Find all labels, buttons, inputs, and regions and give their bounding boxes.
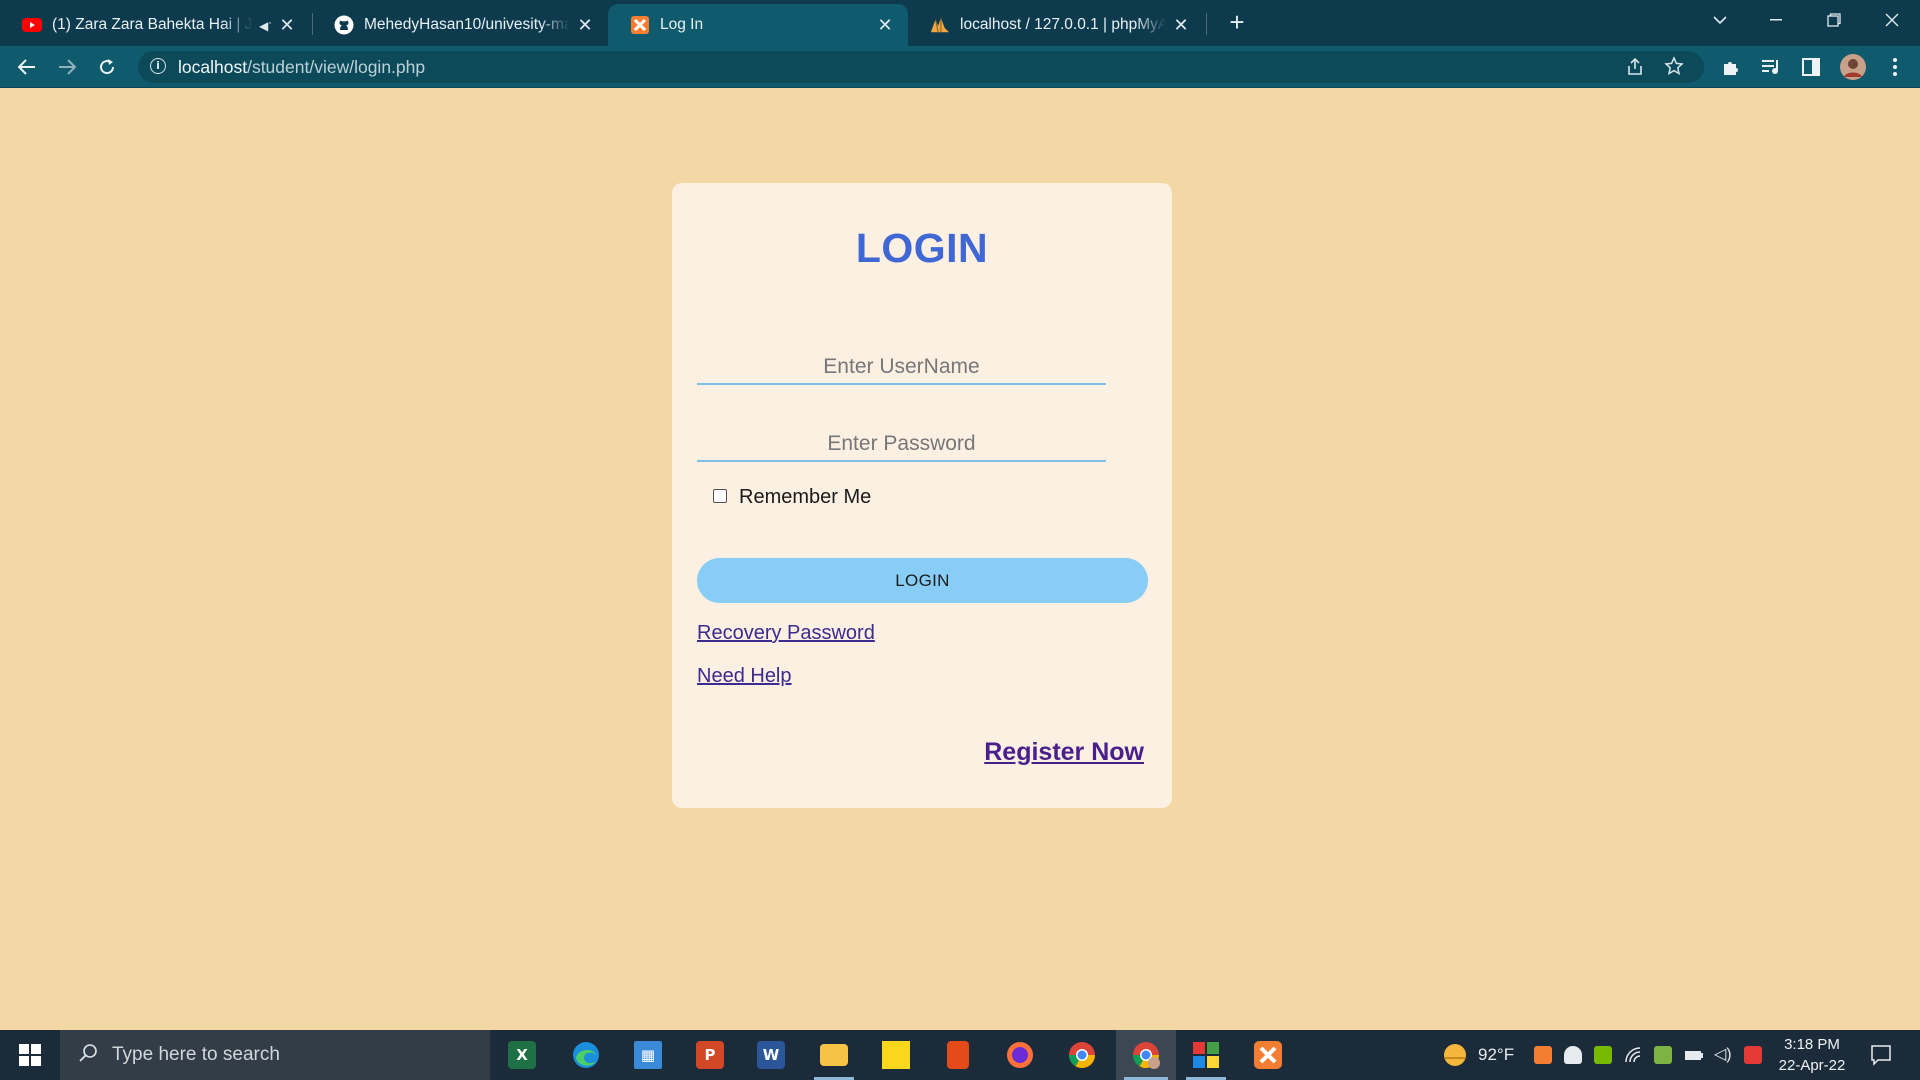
- reload-button[interactable]: [92, 52, 122, 82]
- sticky-notes-icon[interactable]: [868, 1030, 924, 1080]
- username-field-wrapper: [697, 351, 1106, 385]
- nvidia-icon[interactable]: [1594, 1046, 1612, 1064]
- app-icon[interactable]: [1178, 1030, 1234, 1080]
- new-tab-button[interactable]: +: [1222, 8, 1252, 38]
- restore-button[interactable]: [1806, 0, 1862, 40]
- network-icon[interactable]: [1624, 1046, 1642, 1064]
- close-tab-icon[interactable]: ✕: [876, 15, 894, 36]
- github-icon: [334, 15, 354, 35]
- need-help-link[interactable]: Need Help: [697, 665, 792, 688]
- xampp-tray-icon[interactable]: [1534, 1046, 1552, 1064]
- battery-icon[interactable]: [1684, 1046, 1703, 1064]
- close-window-button[interactable]: [1864, 0, 1920, 40]
- notification-center-icon[interactable]: [1870, 1044, 1892, 1071]
- office-icon[interactable]: [930, 1030, 986, 1080]
- login-heading: LOGIN: [855, 225, 989, 271]
- windows-icon: [19, 1044, 41, 1066]
- cloud-sync-icon[interactable]: [1654, 1046, 1672, 1064]
- remember-me[interactable]: Remember Me: [701, 486, 871, 509]
- register-now-link[interactable]: Register Now: [984, 738, 1144, 767]
- side-panel-icon[interactable]: [1796, 52, 1826, 82]
- taskbar-search[interactable]: Type here to search: [60, 1030, 490, 1080]
- clock-date: 22-Apr-22: [1778, 1057, 1846, 1074]
- tab-title: MehedyHasan10/univesity-mana: [364, 16, 570, 33]
- url-host: localhost: [178, 57, 248, 77]
- excel-icon[interactable]: X: [494, 1030, 550, 1080]
- url-path: /student/view/login.php: [247, 57, 426, 77]
- tab-title: (1) Zara Zara Bahekta Hai | Ja: [52, 16, 253, 33]
- close-tab-icon[interactable]: ✕: [1172, 15, 1190, 36]
- chrome-profile-icon[interactable]: [1116, 1030, 1176, 1080]
- powerpoint-icon[interactable]: P: [682, 1030, 738, 1080]
- remember-me-label: Remember Me: [739, 486, 872, 508]
- xampp-icon[interactable]: [1240, 1030, 1296, 1080]
- close-tab-icon[interactable]: ✕: [576, 15, 594, 36]
- firefox-icon[interactable]: [992, 1030, 1048, 1080]
- volume-icon[interactable]: ◁): [1714, 1046, 1732, 1064]
- browser-toolbar: i localhost/student/view/login.php: [0, 46, 1920, 88]
- site-info-icon[interactable]: i: [150, 58, 166, 74]
- speaker-icon[interactable]: ◀ॱ: [259, 17, 272, 34]
- tab-youtube[interactable]: (1) Zara Zara Bahekta Hai | Ja ◀ॱ ✕: [0, 4, 310, 46]
- menu-kebab-icon[interactable]: [1880, 52, 1910, 82]
- youtube-icon: [22, 15, 42, 35]
- edge-icon[interactable]: [558, 1030, 614, 1080]
- weather-icon[interactable]: [1442, 1042, 1468, 1073]
- password-input[interactable]: [697, 428, 1106, 460]
- tab-search-chevron-icon[interactable]: [1692, 0, 1748, 40]
- tab-title: localhost / 127.0.0.1 | phpMyAdm: [960, 16, 1166, 33]
- file-explorer-icon[interactable]: [806, 1030, 862, 1080]
- taskbar-clock[interactable]: 3:18 PM 22-Apr-22: [1762, 1034, 1862, 1076]
- tab-title: Log In: [660, 16, 704, 33]
- phpmyadmin-icon: [930, 15, 950, 35]
- tab-login[interactable]: Log In ✕: [608, 4, 908, 46]
- word-icon[interactable]: W: [743, 1030, 799, 1080]
- close-tab-icon[interactable]: ✕: [278, 15, 296, 36]
- bookmark-star-icon[interactable]: [1664, 56, 1684, 81]
- password-field-wrapper: [697, 428, 1106, 462]
- address-bar[interactable]: i localhost/student/view/login.php: [138, 51, 1704, 83]
- url-text[interactable]: localhost/student/view/login.php: [178, 57, 425, 78]
- weather-temperature[interactable]: 92°F: [1478, 1030, 1514, 1080]
- windows-taskbar: Type here to search X ▦ P W 92°F ◁) 3:18…: [0, 1030, 1920, 1080]
- search-placeholder: Type here to search: [112, 1044, 280, 1065]
- clock-time: 3:18 PM: [1784, 1036, 1840, 1053]
- media-control-icon[interactable]: [1756, 52, 1786, 82]
- minimize-button[interactable]: [1748, 0, 1804, 40]
- chrome-icon[interactable]: [1054, 1030, 1110, 1080]
- xampp-icon: [630, 15, 650, 35]
- tab-github[interactable]: MehedyHasan10/univesity-mana ✕: [312, 4, 608, 46]
- remember-me-checkbox[interactable]: [713, 488, 727, 503]
- username-input[interactable]: [697, 351, 1106, 383]
- tab-phpmyadmin[interactable]: localhost / 127.0.0.1 | phpMyAdm ✕: [908, 4, 1204, 46]
- start-button[interactable]: [0, 1030, 60, 1080]
- search-icon: [78, 1043, 98, 1068]
- security-shield-icon[interactable]: [1564, 1046, 1582, 1064]
- login-card: LOGIN Remember Me LOGIN Recovery Passwor…: [672, 183, 1172, 808]
- tab-divider: [1206, 13, 1207, 35]
- browser-tab-bar: (1) Zara Zara Bahekta Hai | Ja ◀ॱ ✕ Mehe…: [0, 0, 1920, 46]
- control-panel-icon[interactable]: ▦: [620, 1030, 676, 1080]
- profile-avatar[interactable]: [1838, 52, 1868, 82]
- acrobat-icon[interactable]: [1744, 1046, 1762, 1064]
- extensions-icon[interactable]: [1716, 52, 1746, 82]
- recovery-password-link[interactable]: Recovery Password: [697, 622, 875, 645]
- share-icon[interactable]: [1625, 57, 1645, 82]
- login-button[interactable]: LOGIN: [697, 558, 1148, 603]
- forward-button[interactable]: [52, 52, 82, 82]
- back-button[interactable]: [12, 52, 42, 82]
